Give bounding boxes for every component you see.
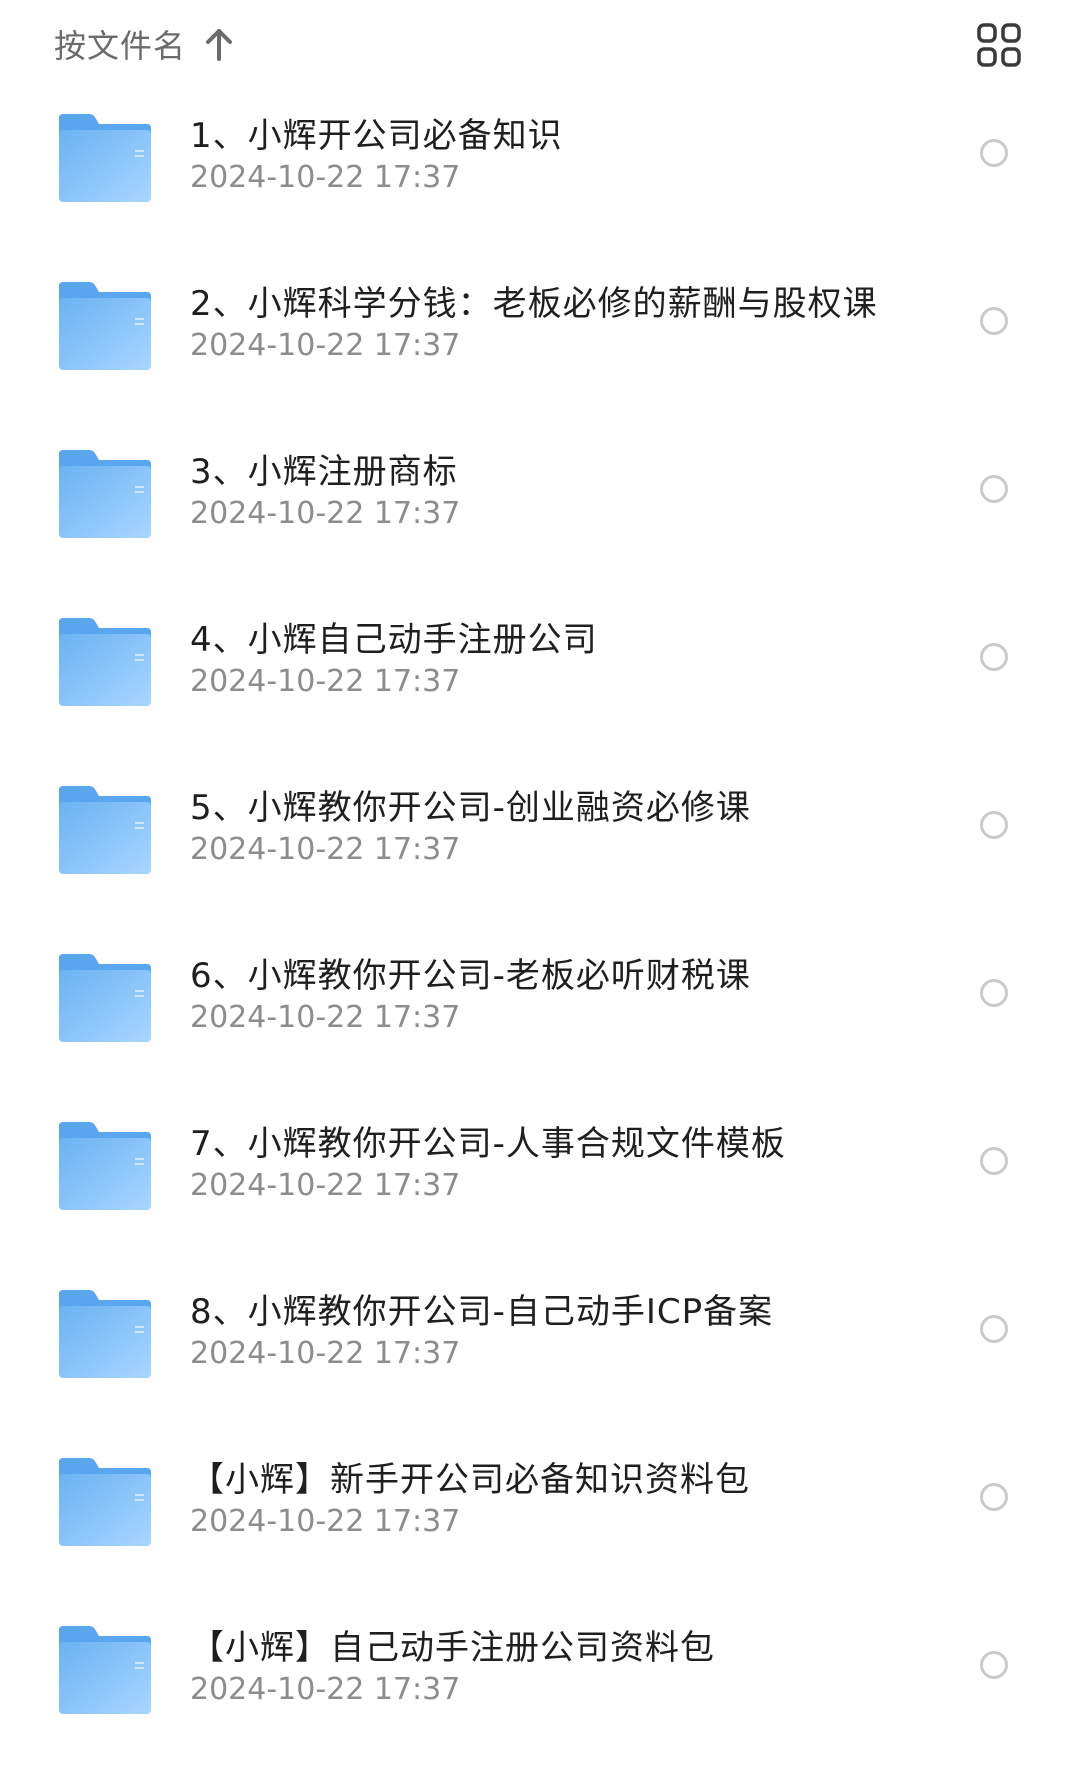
select-checkbox[interactable] [980, 643, 1008, 671]
list-item[interactable]: 7、小辉教你开公司-人事合规文件模板 2024-10-22 17:37 [0, 1098, 1080, 1266]
select-checkbox[interactable] [980, 1651, 1008, 1679]
folder-icon [59, 618, 151, 706]
select-checkbox[interactable] [980, 811, 1008, 839]
sort-by-name-button[interactable]: 按文件名 [54, 18, 234, 70]
list-item[interactable]: 4、小辉自己动手注册公司 2024-10-22 17:37 [0, 594, 1080, 762]
folder-date: 2024-10-22 17:37 [190, 1168, 461, 1203]
folder-date: 2024-10-22 17:37 [190, 1672, 461, 1707]
folder-name: 4、小辉自己动手注册公司 [190, 620, 598, 660]
list-item[interactable]: 【小辉】新手开公司必备知识资料包 2024-10-22 17:37 [0, 1434, 1080, 1602]
folder-date: 2024-10-22 17:37 [190, 328, 461, 363]
list-item[interactable]: 6、小辉教你开公司-老板必听财税课 2024-10-22 17:37 [0, 930, 1080, 1098]
folder-name: 3、小辉注册商标 [190, 452, 458, 492]
folder-name: 7、小辉教你开公司-人事合规文件模板 [190, 1124, 786, 1164]
folder-icon [59, 954, 151, 1042]
folder-date: 2024-10-22 17:37 [190, 1336, 461, 1371]
folder-date: 2024-10-22 17:37 [190, 1000, 461, 1035]
list-item[interactable]: 3、小辉注册商标 2024-10-22 17:37 [0, 426, 1080, 594]
folder-icon [59, 786, 151, 874]
folder-name: 【小辉】新手开公司必备知识资料包 [190, 1460, 750, 1500]
arrow-up-icon [206, 29, 233, 61]
folder-date: 2024-10-22 17:37 [190, 160, 461, 195]
folder-name: 【小辉】自己动手注册公司资料包 [190, 1628, 715, 1668]
folder-date: 2024-10-22 17:37 [190, 664, 461, 699]
select-checkbox[interactable] [980, 475, 1008, 503]
select-checkbox[interactable] [980, 139, 1008, 167]
select-checkbox[interactable] [980, 307, 1008, 335]
file-list: 1、小辉开公司必备知识 2024-10-22 17:37 2、小辉科学分钱：老板… [0, 90, 1080, 1770]
folder-name: 1、小辉开公司必备知识 [190, 116, 563, 156]
list-item[interactable]: 1、小辉开公司必备知识 2024-10-22 17:37 [0, 90, 1080, 258]
list-item[interactable]: 2、小辉科学分钱：老板必修的薪酬与股权课 2024-10-22 17:37 [0, 258, 1080, 426]
folder-icon [59, 1290, 151, 1378]
folder-icon [59, 1458, 151, 1546]
select-checkbox[interactable] [980, 979, 1008, 1007]
select-checkbox[interactable] [980, 1483, 1008, 1511]
folder-name: 6、小辉教你开公司-老板必听财税课 [190, 956, 751, 996]
folder-icon [59, 1122, 151, 1210]
folder-date: 2024-10-22 17:37 [190, 496, 461, 531]
list-item[interactable]: 8、小辉教你开公司-自己动手ICP备案 2024-10-22 17:37 [0, 1266, 1080, 1434]
folder-date: 2024-10-22 17:37 [190, 832, 461, 867]
folder-name: 5、小辉教你开公司-创业融资必修课 [190, 788, 751, 828]
select-checkbox[interactable] [980, 1147, 1008, 1175]
folder-name: 2、小辉科学分钱：老板必修的薪酬与股权课 [190, 284, 878, 324]
select-checkbox[interactable] [980, 1315, 1008, 1343]
list-item[interactable]: 5、小辉教你开公司-创业融资必修课 2024-10-22 17:37 [0, 762, 1080, 930]
list-header: 按文件名 [0, 0, 1080, 90]
sort-label: 按文件名 [54, 27, 187, 65]
folder-icon [59, 114, 151, 202]
folder-date: 2024-10-22 17:37 [190, 1504, 461, 1539]
folder-icon [59, 282, 151, 370]
grid-view-icon[interactable] [976, 22, 1022, 68]
folder-icon [59, 1626, 151, 1714]
folder-name: 8、小辉教你开公司-自己动手ICP备案 [190, 1292, 774, 1332]
folder-icon [59, 450, 151, 538]
